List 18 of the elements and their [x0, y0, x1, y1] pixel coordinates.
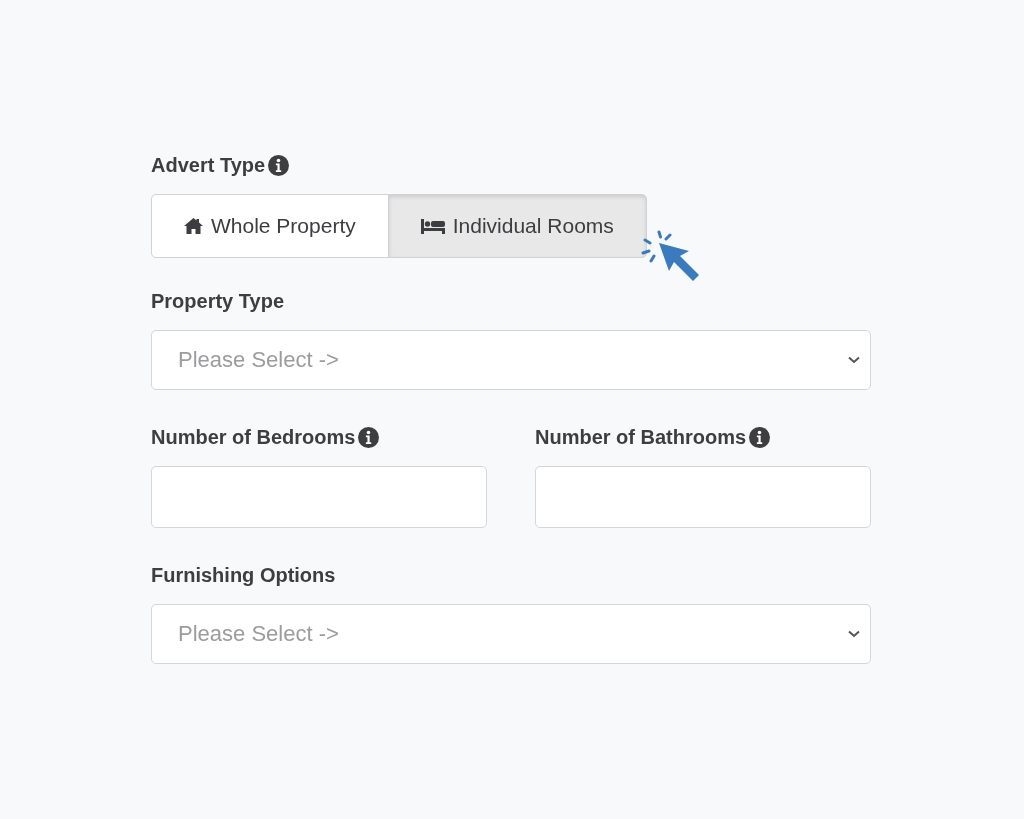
field-label: Number of Bedrooms — [151, 425, 356, 449]
field-label: Advert Type — [151, 153, 266, 177]
bathrooms-input[interactable] — [535, 466, 871, 528]
bedrooms-input[interactable] — [151, 466, 487, 528]
bed-icon — [420, 218, 445, 234]
select-placeholder: Please Select -> — [178, 347, 339, 373]
advert-type-toggle[interactable]: Whole Property — [151, 194, 389, 258]
advert-type-toggle[interactable]: Individual Rooms — [387, 194, 647, 258]
info-icon — [749, 426, 771, 448]
chevron-down-icon — [848, 356, 860, 364]
field-label: Furnishing Options — [151, 563, 336, 587]
field-label: Number of Bathrooms — [535, 425, 747, 449]
select-placeholder: Please Select -> — [178, 621, 339, 647]
info-icon — [268, 154, 290, 176]
info-icon — [358, 426, 380, 448]
chevron-down-icon — [848, 630, 860, 638]
field-label: Property Type — [151, 289, 284, 313]
house-icon — [184, 218, 203, 234]
